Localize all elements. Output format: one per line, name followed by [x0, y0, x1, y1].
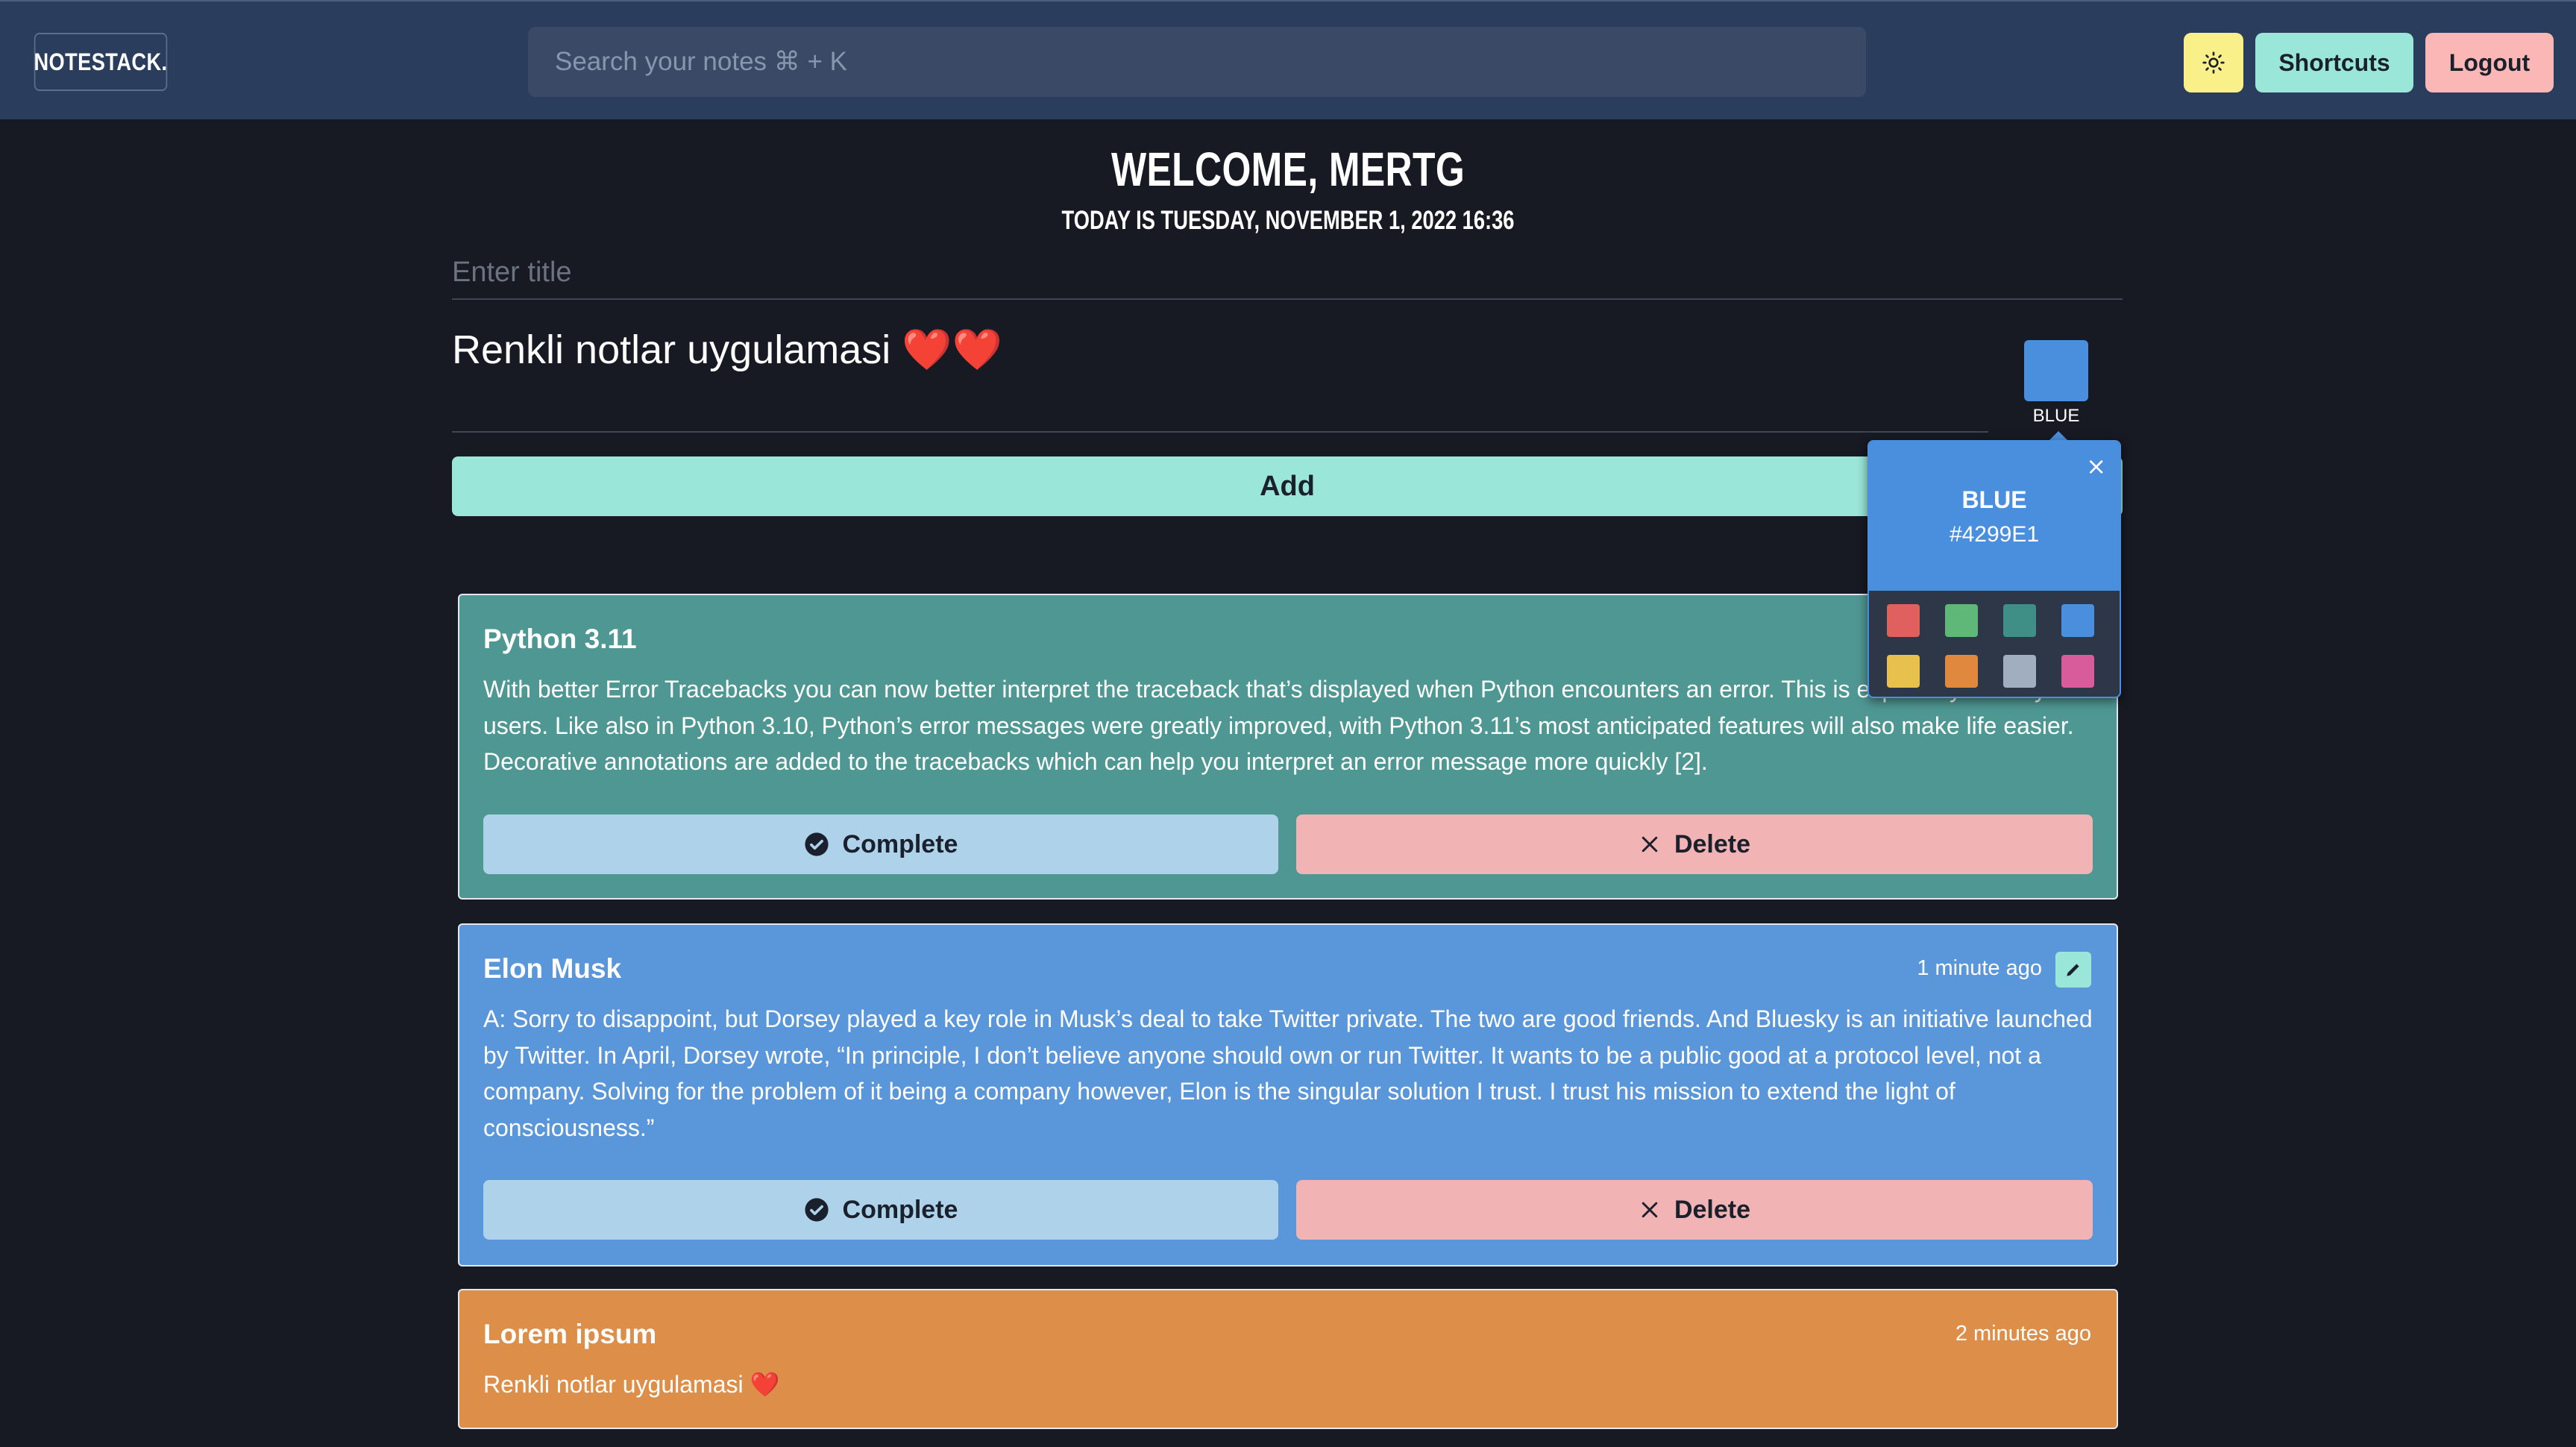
color-option[interactable]	[2061, 604, 2094, 637]
color-option[interactable]	[2061, 655, 2094, 688]
color-option[interactable]	[1945, 604, 1978, 637]
edit-button[interactable]	[2055, 952, 2091, 988]
note-body: With better Error Tracebacks you can now…	[483, 676, 2093, 775]
pencil-icon	[2067, 964, 2079, 976]
note-title: Elon Musk	[483, 953, 622, 984]
search-input[interactable]	[528, 27, 1866, 97]
complete-button[interactable]: Complete	[483, 1180, 1278, 1240]
complete-label: Complete	[842, 829, 958, 859]
color-option[interactable]	[2003, 655, 2036, 688]
color-option[interactable]	[1945, 655, 1978, 688]
color-swatch-button[interactable]	[2024, 340, 2088, 401]
complete-button[interactable]: Complete	[483, 814, 1278, 874]
color-options	[1887, 604, 2111, 688]
delete-button[interactable]: Delete	[1296, 814, 2093, 874]
color-name: BLUE	[1961, 486, 2027, 513]
delete-button[interactable]: Delete	[1296, 1180, 2093, 1240]
logout-button[interactable]: Logout	[2425, 33, 2554, 92]
check-circle-icon	[804, 832, 829, 856]
note-title: Lorem ipsum	[483, 1319, 657, 1349]
close-icon	[1642, 1202, 1658, 1218]
note-body-input[interactable]: Renkli notlar uygulamasi ❤️❤️	[452, 327, 1988, 433]
welcome-heading: WELCOME, MERTG	[1110, 142, 1466, 196]
color-hex: #4299E1	[1949, 522, 2040, 547]
close-icon	[1642, 836, 1658, 853]
check-circle-icon	[804, 1198, 829, 1222]
color-option[interactable]	[1887, 604, 1920, 637]
note-card: Lorem ipsum 2 minutes ago Renkli notlar …	[458, 1289, 2118, 1429]
note-title: Python 3.11	[483, 624, 637, 654]
theme-toggle-button[interactable]	[2184, 33, 2243, 92]
color-picker-popover: × BLUE #4299E1	[1867, 440, 2121, 698]
top-navbar: NOTESTACK. Shortcuts Logout	[0, 0, 2576, 119]
sun-icon	[2202, 51, 2225, 74]
current-date: TODAY IS TUESDAY, NOVEMBER 1, 2022 16:36	[1061, 206, 1515, 235]
delete-label: Delete	[1674, 1195, 1751, 1224]
close-icon[interactable]: ×	[2086, 452, 2106, 480]
note-body: Renkli notlar uygulamasi ❤️	[483, 1371, 780, 1398]
note-title-input[interactable]	[452, 246, 2123, 300]
delete-label: Delete	[1674, 829, 1751, 859]
color-option[interactable]	[2003, 604, 2036, 637]
note-timestamp: 1 minute ago	[1917, 956, 2042, 980]
note-timestamp: 2 minutes ago	[1955, 1322, 2091, 1346]
note-card: Elon Musk 1 minute ago A: Sorry to disap…	[458, 923, 2118, 1266]
color-preview: × BLUE #4299E1	[1869, 442, 2120, 591]
note-body: A: Sorry to disappoint, but Dorsey playe…	[483, 1005, 2093, 1141]
color-option[interactable]	[1887, 655, 1920, 688]
selected-color-label: BLUE	[2032, 406, 2080, 426]
shortcuts-button[interactable]: Shortcuts	[2255, 33, 2413, 92]
app-logo[interactable]: NOTESTACK.	[34, 33, 168, 91]
complete-label: Complete	[842, 1195, 958, 1224]
